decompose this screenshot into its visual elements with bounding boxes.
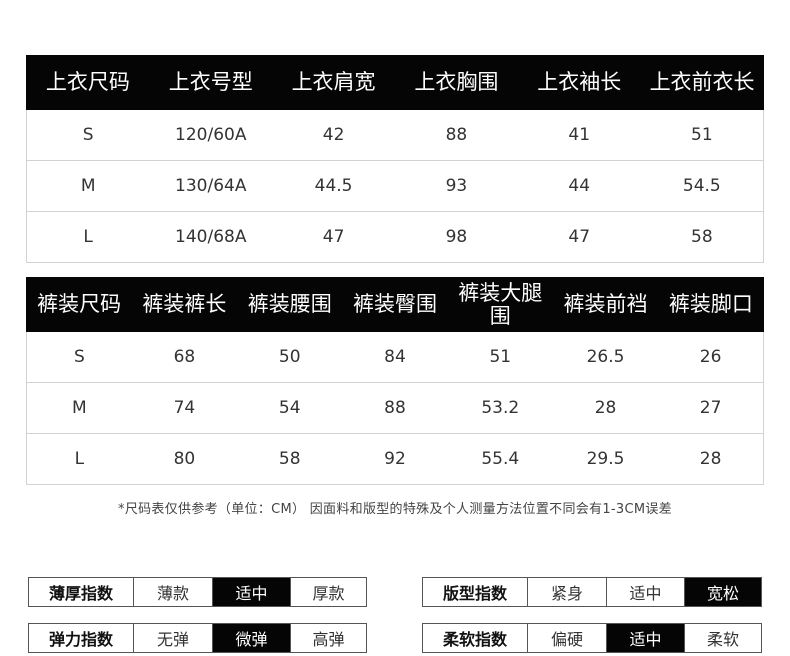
- table-cell: 50: [237, 331, 343, 383]
- table-cell: 130/64A: [149, 160, 273, 212]
- column-header: 裤装腰围: [236, 277, 343, 332]
- table-cell: 84: [342, 331, 448, 383]
- table-row: L 80 58 92 55.4 29.5 28: [25, 433, 765, 485]
- column-header: 裤装裤长: [131, 277, 238, 332]
- table-cell: 54.5: [640, 160, 764, 212]
- index-option: 适中: [606, 578, 684, 606]
- table-cell: 92: [342, 433, 448, 485]
- table-cell: 80: [131, 433, 238, 485]
- table-row: M 74 54 88 53.2 28 27: [25, 382, 765, 434]
- table-row: S 120/60A 42 88 41 51: [26, 109, 764, 161]
- table-header-row: 裤装尺码 裤装裤长 裤装腰围 裤装臀围 裤装大腿围 裤装前裆 裤装脚口: [25, 277, 765, 332]
- table-cell: 51: [640, 109, 764, 161]
- table-cell: 58: [237, 433, 343, 485]
- column-header: 上衣胸围: [394, 55, 519, 110]
- table-cell: 88: [342, 382, 448, 434]
- table-cell: 28: [658, 433, 765, 485]
- table-cell: 42: [272, 109, 395, 161]
- table-cell: 74: [131, 382, 238, 434]
- softness-index: 柔软指数 偏硬 适中 柔软: [422, 623, 762, 653]
- index-option: 薄款: [133, 578, 212, 606]
- column-header: 上衣尺码: [26, 55, 150, 110]
- index-option: 微弹: [212, 624, 290, 652]
- table-cell: L: [25, 433, 132, 485]
- column-header: 上衣前衣长: [640, 55, 764, 110]
- index-label: 薄厚指数: [48, 584, 113, 603]
- table-cell: 54: [237, 382, 343, 434]
- table-row: L 140/68A 47 98 47 58: [26, 211, 764, 263]
- column-header: 上衣号型: [148, 55, 273, 110]
- column-header: 裤装脚口: [657, 277, 765, 332]
- table-cell: 26: [658, 331, 765, 383]
- table-cell: S: [25, 331, 132, 383]
- table-cell: 29.5: [552, 433, 659, 485]
- column-header: 裤装前裆: [552, 277, 659, 332]
- elastic-index: 弹力指数 无弹 微弹 高弹: [28, 623, 367, 653]
- table-cell: 140/68A: [149, 211, 273, 263]
- index-option: 无弹: [133, 624, 212, 652]
- table-cell: 28: [552, 382, 659, 434]
- table-cell: 55.4: [447, 433, 553, 485]
- column-header: 裤装大腿围: [447, 277, 554, 332]
- column-header: 裤装尺码: [25, 277, 133, 332]
- index-option: 宽松: [684, 578, 761, 606]
- table-cell: L: [26, 211, 150, 263]
- fit-index: 版型指数 紧身 适中 宽松: [422, 577, 762, 607]
- table-cell: M: [26, 160, 150, 212]
- table-cell: M: [25, 382, 132, 434]
- index-option: 适中: [212, 578, 290, 606]
- table-cell: 120/60A: [149, 109, 273, 161]
- table-row: M 130/64A 44.5 93 44 54.5: [26, 160, 764, 212]
- table-cell: 68: [131, 331, 238, 383]
- table-cell: 47: [272, 211, 395, 263]
- thickness-index: 薄厚指数 薄款 适中 厚款: [28, 577, 367, 607]
- table-cell: 93: [394, 160, 518, 212]
- table-header-row: 上衣尺码 上衣号型 上衣肩宽 上衣胸围 上衣袖长 上衣前衣长: [26, 55, 764, 110]
- index-label: 弹力指数: [48, 630, 113, 649]
- table-cell: 41: [517, 109, 641, 161]
- table-cell: 26.5: [552, 331, 659, 383]
- table-cell: 44.5: [272, 160, 395, 212]
- table-cell: 98: [394, 211, 518, 263]
- column-header: 裤装臀围: [341, 277, 449, 332]
- table-cell: 47: [517, 211, 641, 263]
- index-option: 偏硬: [527, 624, 606, 652]
- column-header: 上衣肩宽: [271, 55, 396, 110]
- table-cell: 53.2: [447, 382, 553, 434]
- table-cell: 88: [394, 109, 518, 161]
- table-cell: S: [26, 109, 150, 161]
- size-note: *尺码表仅供参考（单位：CM） 因面料和版型的特殊及个人测量方法位置不同会有1-…: [118, 502, 672, 517]
- table-cell: 51: [447, 331, 553, 383]
- pants-size-table: 裤装尺码 裤装裤长 裤装腰围 裤装臀围 裤装大腿围 裤装前裆 裤装脚口 S 68…: [25, 277, 765, 485]
- index-option: 厚款: [290, 578, 366, 606]
- table-row: S 68 50 84 51 26.5 26: [25, 331, 765, 383]
- column-header: 上衣袖长: [517, 55, 642, 110]
- index-label: 版型指数: [442, 584, 507, 603]
- table-cell: 44: [517, 160, 641, 212]
- index-option: 柔软: [684, 624, 761, 652]
- top-size-table: 上衣尺码 上衣号型 上衣肩宽 上衣胸围 上衣袖长 上衣前衣长 S 120/60A…: [26, 55, 764, 263]
- table-cell: 58: [640, 211, 764, 263]
- index-option: 适中: [606, 624, 684, 652]
- index-label: 柔软指数: [442, 630, 507, 649]
- index-option: 高弹: [290, 624, 366, 652]
- table-cell: 27: [658, 382, 765, 434]
- index-option: 紧身: [527, 578, 606, 606]
